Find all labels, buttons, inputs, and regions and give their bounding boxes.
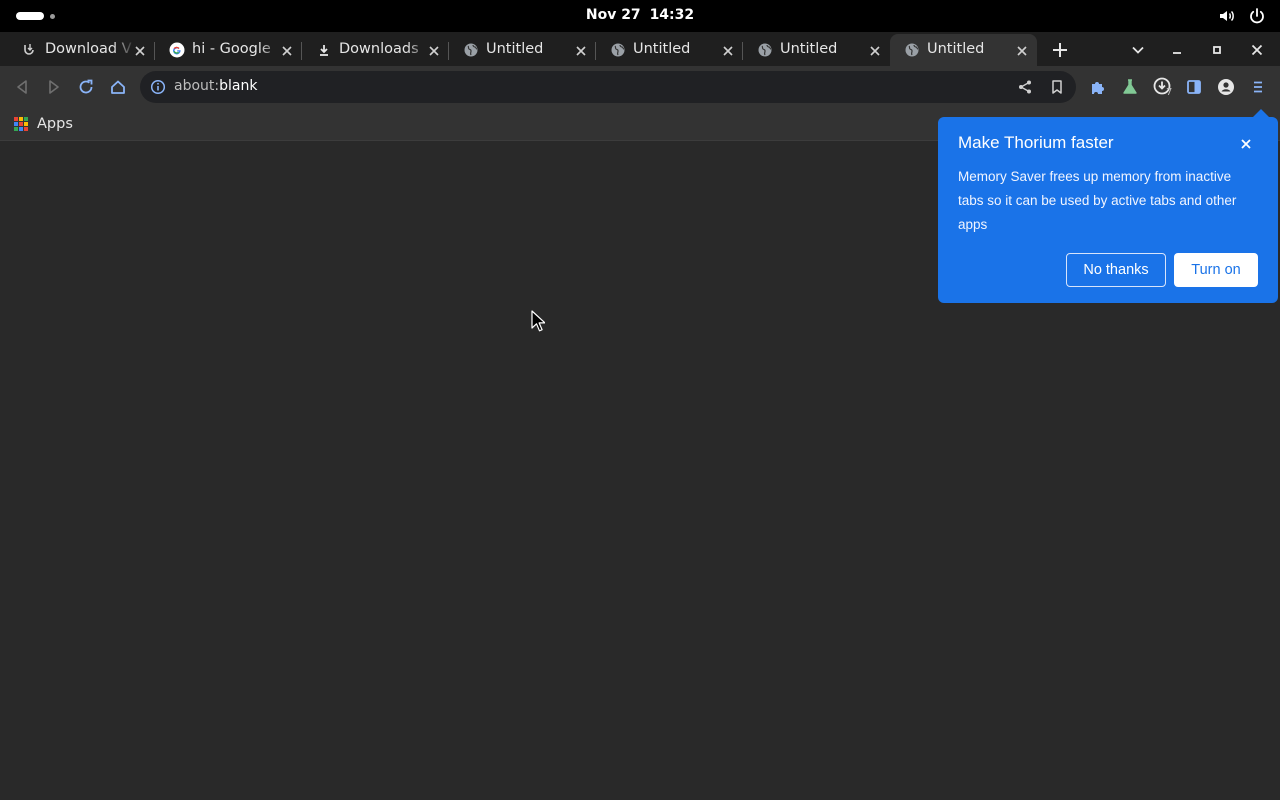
page-content[interactable] (0, 141, 1280, 800)
clock[interactable]: Nov 27 14:32 (0, 7, 1280, 23)
menu-icon[interactable] (1249, 78, 1267, 96)
tab-untitled[interactable]: Untitled (449, 34, 596, 66)
downloads-badge: 7 (1166, 87, 1173, 98)
url-scheme: about: (174, 78, 220, 94)
address-bar[interactable]: about:blank (140, 71, 1076, 103)
volume-icon[interactable] (1218, 7, 1236, 25)
tab-close-icon[interactable] (1015, 43, 1029, 57)
tab-title: Untitled (633, 41, 691, 57)
minimize-icon[interactable] (1168, 41, 1186, 59)
tab-untitled[interactable]: Untitled (596, 34, 743, 66)
home-icon[interactable] (109, 78, 127, 96)
tab-untitled[interactable]: Untitled (743, 34, 890, 66)
tab-untitled-active[interactable]: Untitled (890, 34, 1037, 66)
globe-icon (904, 42, 920, 58)
system-top-bar: Nov 27 14:32 (0, 0, 1280, 32)
back-icon[interactable] (13, 78, 31, 96)
new-tab-icon[interactable] (1050, 40, 1070, 60)
reload-icon[interactable] (77, 78, 95, 96)
tab-close-icon[interactable] (574, 43, 588, 57)
tab-title: Downloads (339, 41, 419, 57)
tab-title: Untitled (927, 41, 985, 57)
globe-icon (757, 42, 773, 58)
side-panel-icon[interactable] (1185, 78, 1203, 96)
tab-close-icon[interactable] (868, 43, 882, 57)
globe-icon (610, 42, 626, 58)
clock-date: Nov 27 (585, 7, 641, 23)
clock-time: 14:32 (649, 7, 695, 23)
tab-search-chevron-down-icon[interactable] (1129, 41, 1147, 59)
tab-downloads[interactable]: Downloads (302, 34, 449, 66)
tab-title: hi - Google (192, 41, 271, 57)
apps-label: Apps (37, 116, 73, 132)
downloads-icon[interactable]: 7 (1153, 76, 1177, 100)
labs-flask-icon[interactable] (1121, 78, 1139, 96)
tab-close-icon[interactable] (427, 43, 441, 57)
tab-download[interactable]: Download V (8, 34, 155, 66)
close-window-icon[interactable] (1248, 41, 1266, 59)
apps-shortcut[interactable]: Apps (14, 114, 73, 134)
profile-icon[interactable] (1217, 78, 1235, 96)
tab-title: Untitled (486, 41, 544, 57)
share-icon[interactable] (1017, 79, 1033, 95)
bookmark-star-icon[interactable] (1049, 79, 1065, 95)
tab-title: Download V (45, 41, 132, 57)
maximize-icon[interactable] (1208, 41, 1226, 59)
download-app-favicon (22, 42, 38, 58)
extensions-icon[interactable] (1089, 78, 1107, 96)
tab-google[interactable]: hi - Google (155, 34, 302, 66)
apps-grid-icon (14, 117, 28, 131)
forward-icon[interactable] (45, 78, 63, 96)
url-host: blank (219, 78, 258, 94)
tab-close-icon[interactable] (133, 43, 147, 57)
download-icon (316, 42, 332, 58)
power-icon[interactable] (1248, 7, 1266, 25)
tab-title: Untitled (780, 41, 838, 57)
tab-close-icon[interactable] (280, 43, 294, 57)
tab-close-icon[interactable] (721, 43, 735, 57)
globe-icon (463, 42, 479, 58)
url-text[interactable]: about:blank (174, 78, 257, 94)
info-icon[interactable] (150, 79, 166, 95)
google-g-icon (169, 42, 185, 58)
mouse-cursor-icon (531, 310, 546, 332)
